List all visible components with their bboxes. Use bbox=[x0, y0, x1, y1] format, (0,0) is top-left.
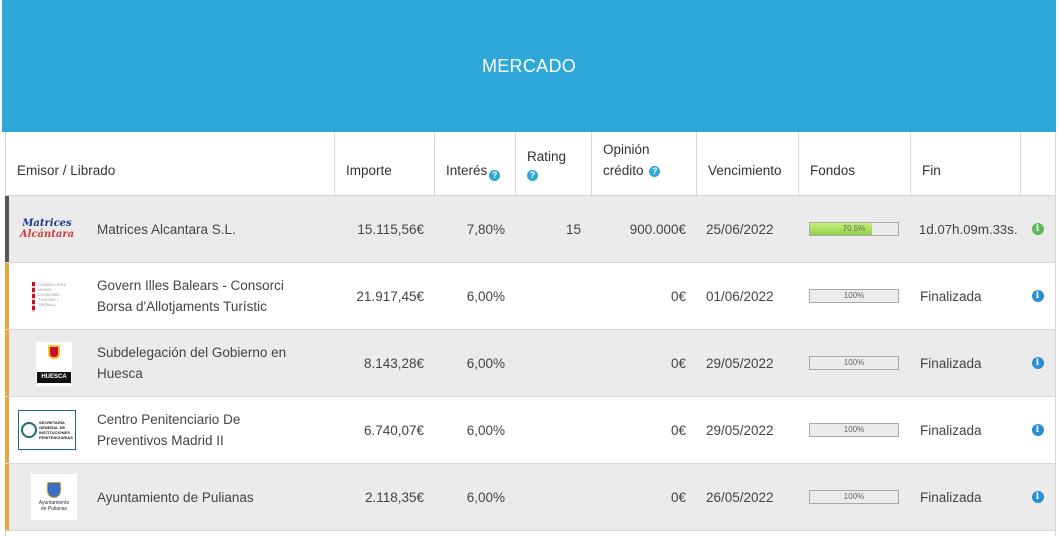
importe-value: 21.917,45€ bbox=[356, 288, 424, 304]
row-accent bbox=[5, 464, 9, 530]
issuer-link[interactable]: Matrices Alcantara S.L. bbox=[97, 196, 332, 262]
importe-value: 2.118,35€ bbox=[364, 489, 424, 505]
issuer-link[interactable]: Subdelegación del Gobierno en Huesca bbox=[97, 330, 332, 396]
rating-value bbox=[515, 397, 591, 463]
market-table: Emisor / Librado Importe Interés ? Ratin… bbox=[5, 132, 1056, 536]
rating-value: 15 bbox=[565, 221, 581, 237]
importe-value: 15.115,56€ bbox=[357, 221, 424, 237]
issuer-link[interactable]: Govern Illes Balears - Consorci Borsa d'… bbox=[97, 263, 332, 329]
vencimiento-value: 25/06/2022 bbox=[706, 221, 774, 237]
vencimiento-value: 01/06/2022 bbox=[706, 288, 774, 304]
info-cell: i bbox=[1020, 263, 1055, 329]
info-icon[interactable]: i bbox=[1031, 491, 1044, 503]
info-cell: i bbox=[1020, 397, 1055, 463]
funding-progress-bar: 100% bbox=[809, 356, 899, 370]
page-title: MERCADO bbox=[481, 55, 577, 76]
interes-value: 6,00% bbox=[466, 355, 505, 371]
info-icon[interactable]: i bbox=[1031, 357, 1044, 369]
issuer-logo: SECRETARÍA GENERAL DE INSTITUCIONES PENI… bbox=[18, 410, 76, 450]
status-text: Finalizada bbox=[920, 422, 982, 438]
row-accent bbox=[5, 263, 9, 329]
opinion-value: 0€ bbox=[670, 489, 686, 505]
emblem-icon bbox=[21, 422, 37, 438]
col-vencimiento[interactable]: Vencimiento bbox=[696, 132, 798, 195]
issuer-logo: HUESCA bbox=[36, 342, 72, 386]
info-icon[interactable]: i bbox=[1031, 290, 1044, 302]
fondos-cell: 100% bbox=[798, 397, 910, 463]
table-row[interactable]: Ayuntamiento de Pulianas Ayuntamiento de… bbox=[5, 464, 1055, 531]
interes-value: 6,00% bbox=[466, 288, 505, 304]
info-cell: i bbox=[1020, 196, 1055, 262]
coat-of-arms-icon bbox=[48, 345, 60, 359]
fondos-cell: 100% bbox=[798, 263, 910, 329]
countdown-timer: 1 d. 07 h. 09 m. 33 s. bbox=[919, 221, 1018, 237]
table-row[interactable]: HUESCA Subdelegación del Gobierno en Hue… bbox=[5, 330, 1055, 397]
col-fin[interactable]: Fin bbox=[910, 132, 1020, 195]
opinion-value: 0€ bbox=[670, 288, 686, 304]
row-accent bbox=[5, 196, 9, 262]
funding-progress-bar: 100% bbox=[809, 423, 899, 437]
status-text: Finalizada bbox=[920, 288, 982, 304]
info-cell: i bbox=[1020, 464, 1055, 530]
issuer-link[interactable]: Ayuntamiento de Pulianas bbox=[97, 464, 332, 530]
col-actions bbox=[1020, 132, 1055, 195]
opinion-value: 0€ bbox=[670, 355, 686, 371]
rating-value bbox=[515, 330, 591, 396]
status-text: Finalizada bbox=[920, 355, 982, 371]
col-emisor[interactable]: Emisor / Librado bbox=[6, 132, 334, 195]
issuer-logo: Ayuntamiento de Pulianas bbox=[31, 474, 77, 520]
vencimiento-value: 29/05/2022 bbox=[706, 355, 774, 371]
opinion-value: 900.000€ bbox=[629, 221, 686, 237]
col-interes[interactable]: Interés ? bbox=[434, 132, 515, 195]
fondos-cell: 100% bbox=[798, 464, 910, 530]
fondos-cell: 100% bbox=[798, 330, 910, 396]
vencimiento-value: 29/05/2022 bbox=[706, 422, 774, 438]
issuer-logo: Matrices Alcántara bbox=[19, 217, 75, 240]
rating-value bbox=[515, 464, 591, 530]
status-text: Finalizada bbox=[920, 489, 982, 505]
col-fondos[interactable]: Fondos bbox=[798, 132, 910, 195]
funding-progress-bar: 100% bbox=[809, 490, 899, 504]
col-opinion-credito[interactable]: Opinión crédito ? bbox=[591, 132, 696, 195]
interes-value: 7,80% bbox=[466, 221, 505, 237]
help-icon[interactable]: ? bbox=[489, 170, 501, 181]
interes-value: 6,00% bbox=[466, 422, 505, 438]
interes-value: 6,00% bbox=[466, 489, 505, 505]
table-row[interactable]: Matrices Alcántara Matrices Alcantara S.… bbox=[5, 196, 1055, 263]
market-banner: MERCADO bbox=[2, 0, 1056, 132]
vencimiento-value: 26/05/2022 bbox=[706, 489, 774, 505]
importe-value: 6.740,07€ bbox=[363, 422, 424, 438]
help-icon[interactable]: ? bbox=[527, 170, 538, 181]
row-accent bbox=[5, 330, 9, 396]
table-row[interactable]: SECRETARÍA GENERAL DE INSTITUCIONES PENI… bbox=[5, 397, 1055, 464]
issuer-logo: CONSELLERIA MODEL ECONÒMIC, TURISME I TR… bbox=[32, 275, 76, 319]
info-icon[interactable]: i bbox=[1031, 424, 1044, 436]
opinion-value: 0€ bbox=[670, 422, 686, 438]
col-importe[interactable]: Importe bbox=[334, 132, 434, 195]
funding-progress-bar: 70.5% bbox=[809, 222, 899, 236]
info-icon[interactable]: i bbox=[1031, 223, 1044, 235]
funding-progress-bar: 100% bbox=[809, 289, 899, 303]
coat-of-arms-icon bbox=[47, 482, 61, 498]
rating-value bbox=[515, 263, 591, 329]
importe-value: 8.143,28€ bbox=[363, 355, 424, 371]
table-row[interactable]: CONSELLERIA MODEL ECONÒMIC, TURISME I TR… bbox=[5, 263, 1055, 330]
col-rating[interactable]: Rating ? bbox=[515, 132, 591, 195]
info-cell: i bbox=[1020, 330, 1055, 396]
help-icon[interactable]: ? bbox=[649, 165, 661, 177]
row-accent bbox=[5, 397, 9, 463]
coat-of-arms-icon bbox=[32, 282, 35, 312]
fondos-cell: 70.5% bbox=[798, 196, 910, 262]
table-header: Emisor / Librado Importe Interés ? Ratin… bbox=[6, 132, 1055, 196]
issuer-link[interactable]: Centro Penitenciario De Preventivos Madr… bbox=[97, 397, 332, 463]
